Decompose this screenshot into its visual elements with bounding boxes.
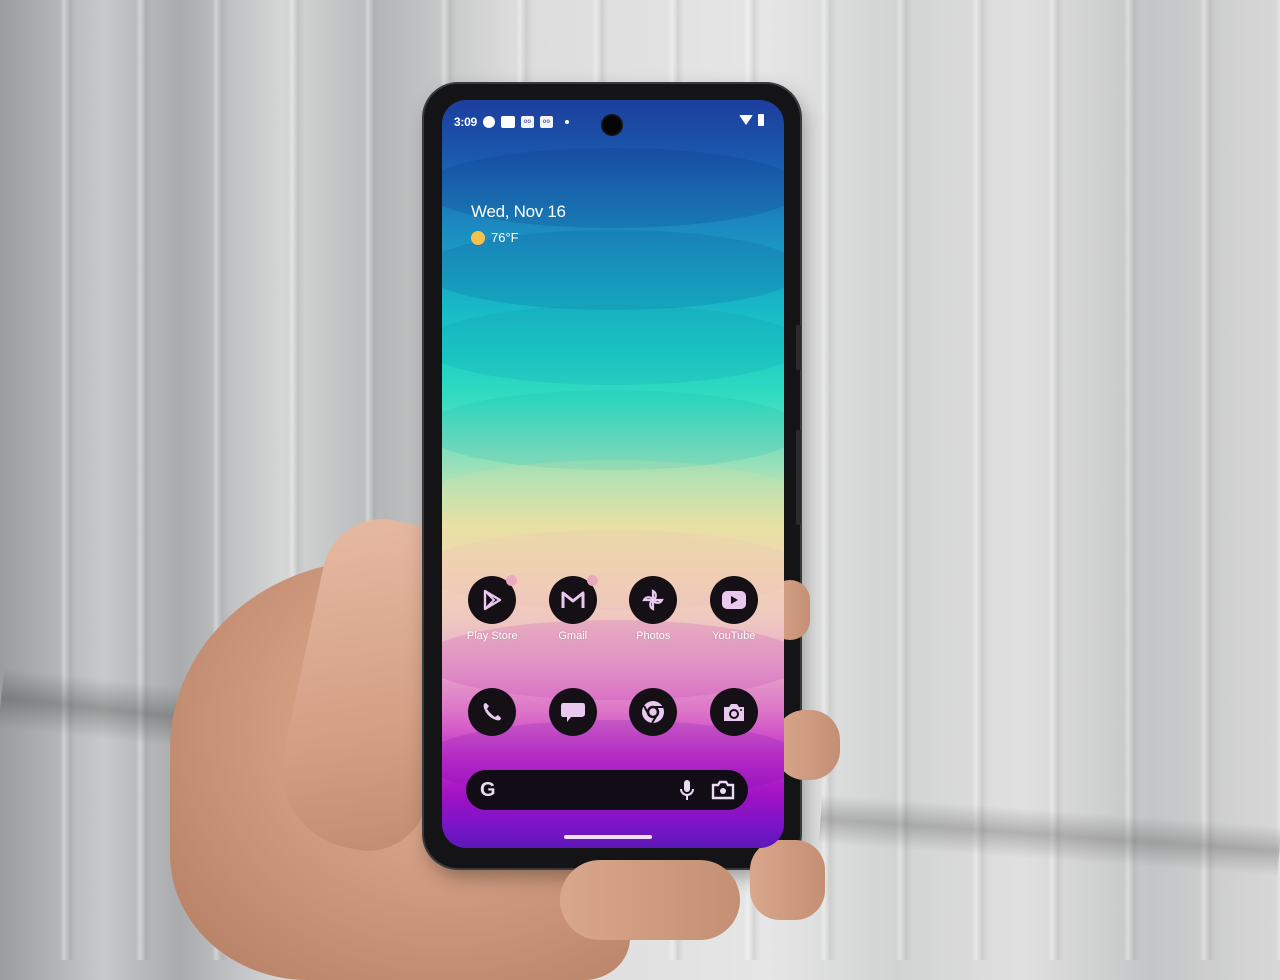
battery-icon	[758, 114, 764, 126]
messenger-icon	[482, 116, 495, 128]
temperature: 76°F	[491, 230, 519, 245]
app-label: Gmail	[558, 630, 588, 642]
google-logo[interactable]: G	[480, 779, 496, 802]
app-label: Play Store	[466, 630, 518, 642]
app-phone[interactable]	[453, 688, 531, 736]
voicemail-icon: oo	[539, 116, 553, 128]
photos-icon[interactable]	[629, 576, 678, 624]
gmail-icon[interactable]	[548, 575, 598, 624]
wallpaper-wave	[442, 460, 784, 540]
home-gesture-bar[interactable]	[564, 835, 652, 839]
wifi-icon	[739, 115, 753, 125]
play-store-icon[interactable]	[468, 575, 518, 624]
phone-icon[interactable]	[468, 688, 517, 736]
voicemail-icon: oo	[520, 116, 534, 128]
status-right	[739, 114, 764, 126]
app-label: YouTube	[712, 630, 756, 642]
app-row: Play Store Gmail Photos YouTube	[442, 575, 784, 642]
youtube-icon[interactable]	[709, 576, 758, 624]
camera-icon[interactable]	[709, 688, 758, 736]
wallpaper-wave	[442, 390, 784, 470]
at-a-glance-widget[interactable]: Wed, Nov 16 76°F	[471, 202, 566, 245]
mic-icon[interactable]	[674, 777, 700, 803]
app-messages[interactable]	[534, 688, 612, 736]
app-youtube[interactable]: YouTube	[695, 576, 773, 642]
status-time: 3:09	[454, 115, 477, 129]
weather-row[interactable]: 76°F	[471, 230, 566, 245]
widget-date[interactable]: Wed, Nov 16	[471, 202, 566, 222]
phone-power-button	[796, 325, 801, 370]
google-search-bar[interactable]: G	[466, 770, 748, 810]
teams-icon	[500, 116, 515, 128]
app-photos[interactable]: Photos	[614, 576, 692, 642]
app-chrome[interactable]	[614, 688, 692, 736]
home-screen: 3:09 oo oo Wed, Nov 16 76°F Play Store G…	[442, 100, 784, 848]
notification-badge	[506, 575, 518, 586]
app-play-store[interactable]: Play Store	[453, 575, 531, 642]
app-camera[interactable]	[695, 688, 773, 736]
hand-finger	[775, 710, 840, 780]
messages-icon[interactable]	[548, 688, 597, 736]
front-camera	[601, 114, 623, 136]
notification-badge	[586, 575, 598, 586]
more-notifications-dot	[564, 120, 569, 124]
hand-finger	[750, 840, 825, 920]
wallpaper-wave	[442, 305, 784, 385]
hand-finger	[560, 860, 740, 940]
app-gmail[interactable]: Gmail	[534, 575, 612, 642]
sun-icon	[471, 230, 485, 245]
lens-icon[interactable]	[710, 777, 736, 803]
app-label: Photos	[636, 630, 671, 642]
phone-volume-button	[796, 430, 801, 525]
chrome-icon[interactable]	[629, 688, 678, 736]
dock	[442, 688, 784, 736]
